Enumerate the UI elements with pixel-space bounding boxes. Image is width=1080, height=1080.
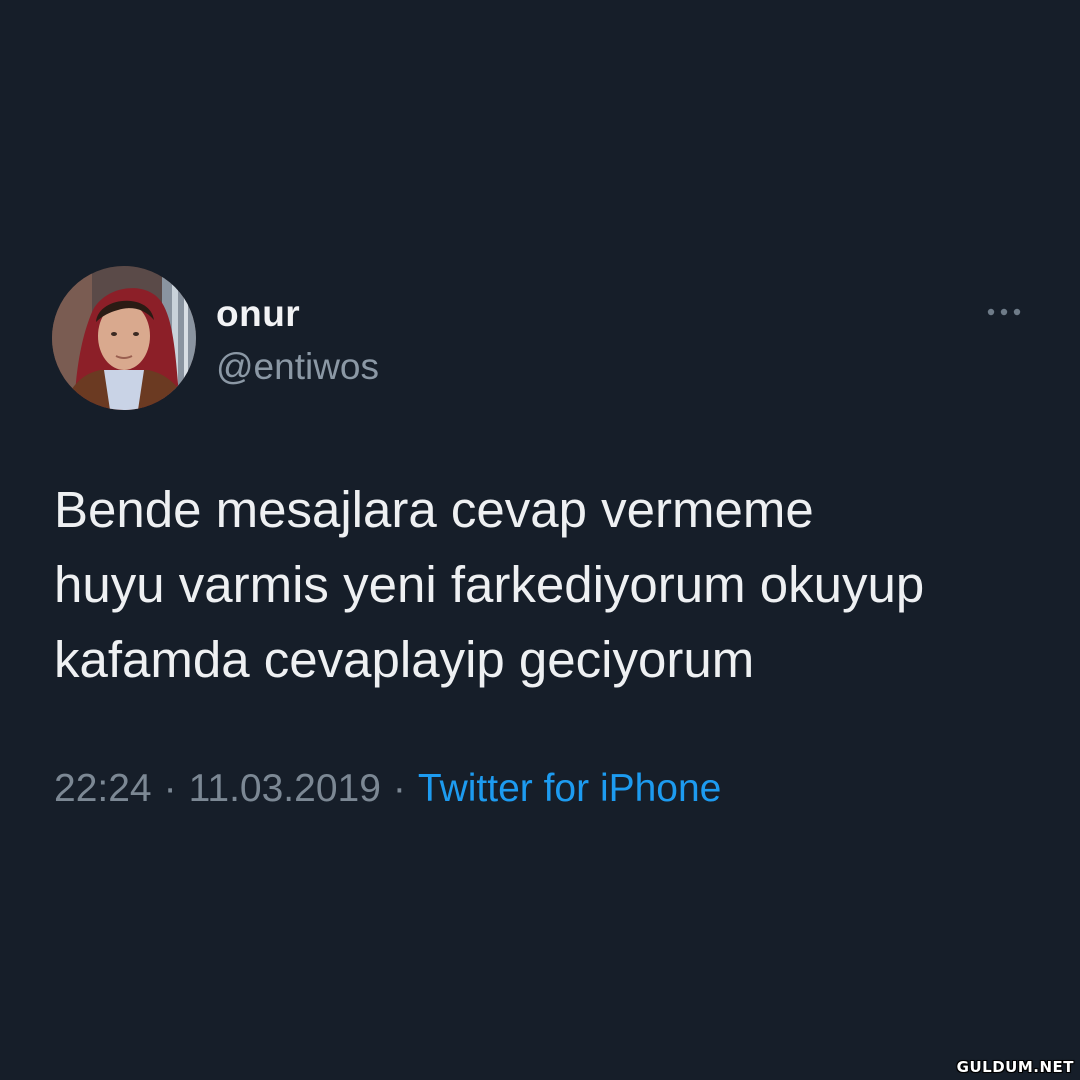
tweet-meta: 22:24 · 11.03.2019 · Twitter for iPhone xyxy=(54,766,721,812)
author-name[interactable]: onur xyxy=(216,293,300,335)
watermark: GULDUM.NET xyxy=(956,1058,1074,1076)
avatar-image xyxy=(52,266,196,410)
tweet-text: Bende mesajlara cevap vermeme huyu varmi… xyxy=(54,481,925,688)
tweet-date[interactable]: 11.03.2019 xyxy=(189,767,381,810)
more-horizontal-icon xyxy=(987,308,1021,316)
meta-separator: · xyxy=(392,767,406,810)
more-options-button[interactable] xyxy=(978,294,1030,330)
tweet-time[interactable]: 22:24 xyxy=(54,767,152,810)
meta-separator: · xyxy=(163,767,177,810)
author-handle[interactable]: @entiwos xyxy=(216,346,379,388)
tweet-source-link[interactable]: Twitter for iPhone xyxy=(418,767,721,810)
tweet-card: onur @entiwos Bende mesajlara cevap verm… xyxy=(0,0,1080,1080)
avatar[interactable] xyxy=(52,266,196,410)
